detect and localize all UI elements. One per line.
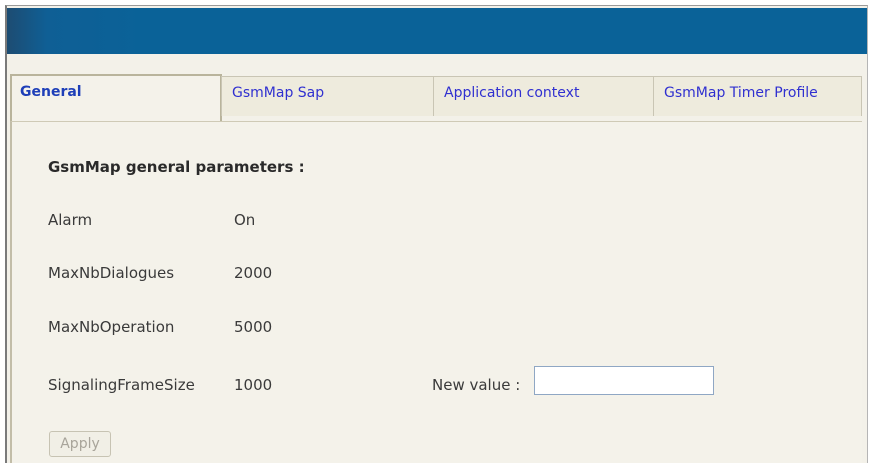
title-bar — [7, 8, 867, 54]
max-nb-dialogues-label: MaxNbDialogues — [48, 264, 175, 282]
alarm-label: Alarm — [48, 211, 93, 229]
apply-button[interactable]: Apply — [49, 431, 111, 457]
tab-application-context[interactable]: Application context — [433, 76, 655, 116]
max-nb-operation-value: 5000 — [234, 318, 273, 336]
window-frame: General GsmMap Sap Application context G… — [5, 5, 868, 463]
tab-gsmmap-timer-profile[interactable]: GsmMap Timer Profile — [653, 76, 862, 116]
alarm-value: On — [234, 211, 256, 229]
general-panel: GsmMap general parameters : Alarm On Max… — [10, 121, 862, 463]
tab-general[interactable]: General — [10, 74, 222, 122]
new-value-label: New value : — [432, 376, 521, 394]
new-value-input[interactable] — [534, 366, 714, 395]
tab-gsmmap-sap[interactable]: GsmMap Sap — [221, 76, 435, 116]
tab-strip: General GsmMap Sap Application context G… — [7, 64, 867, 122]
max-nb-dialogues-value: 2000 — [234, 264, 273, 282]
signaling-frame-size-value: 1000 — [234, 376, 273, 394]
max-nb-operation-label: MaxNbOperation — [48, 318, 175, 336]
section-title: GsmMap general parameters : — [48, 158, 305, 176]
signaling-frame-size-label: SignalingFrameSize — [48, 376, 195, 394]
